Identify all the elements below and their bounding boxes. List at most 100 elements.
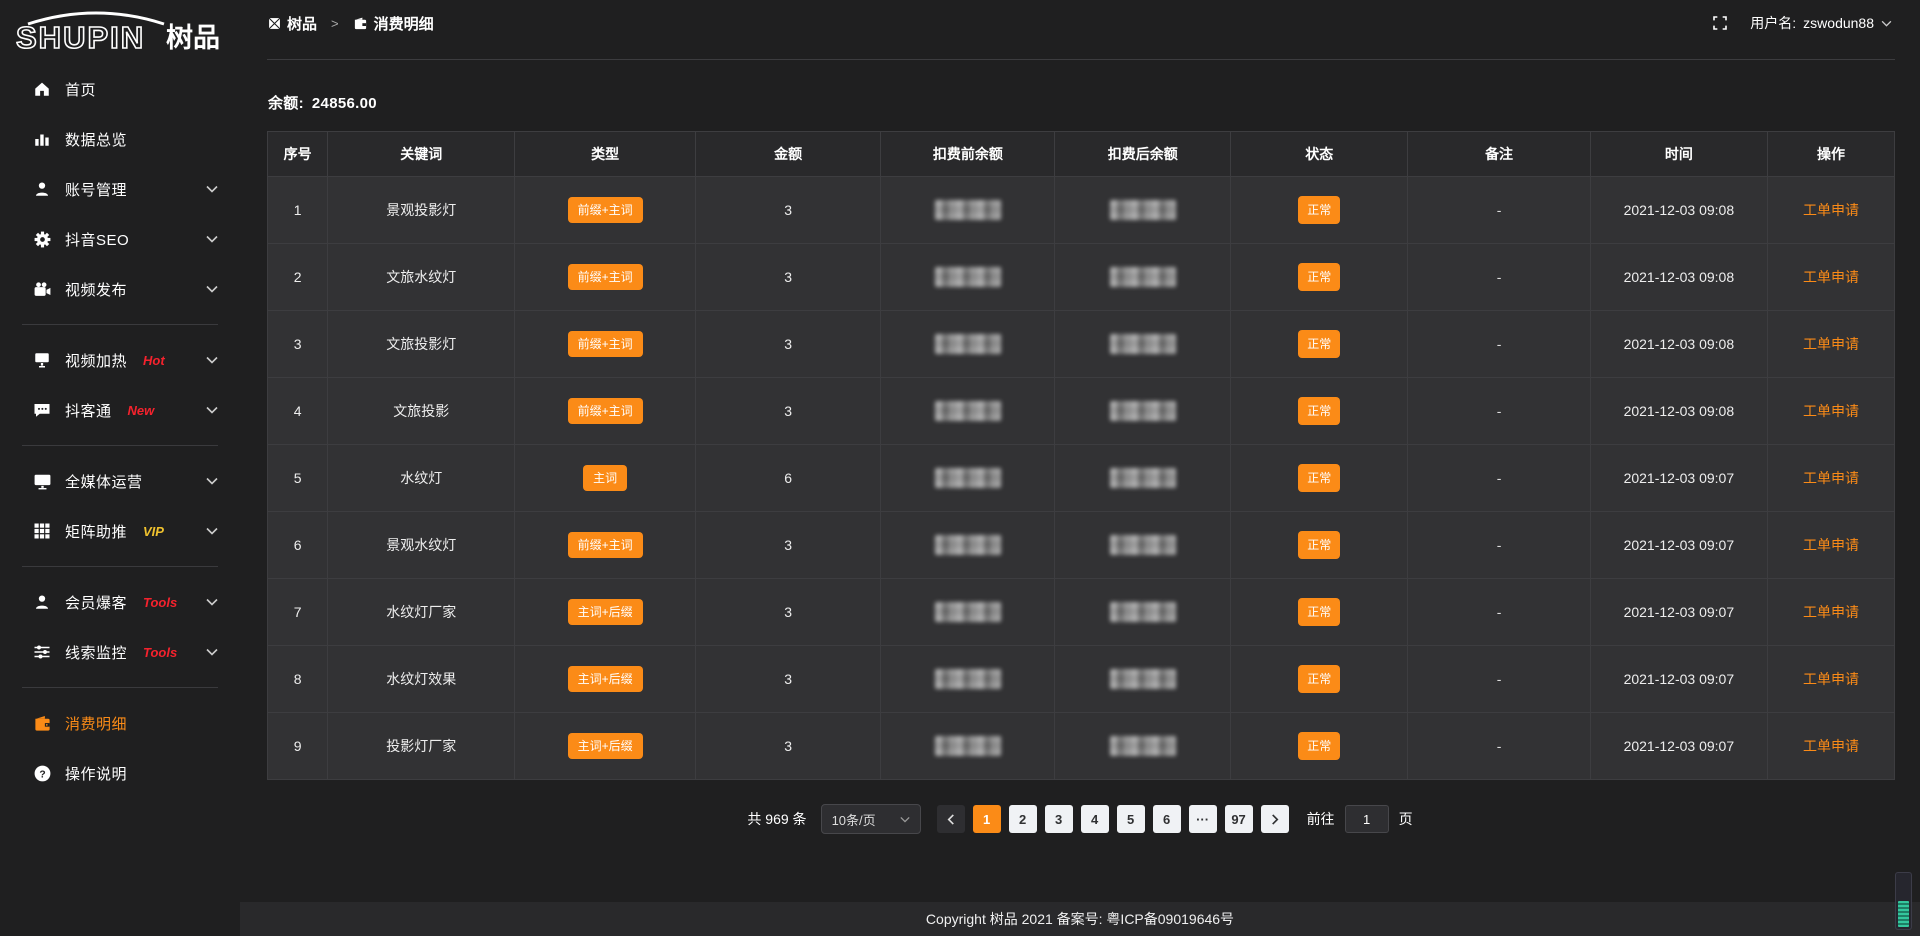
next-page-button[interactable]: [1261, 805, 1289, 833]
menu-divider: [22, 324, 218, 325]
cell-index: 9: [268, 713, 328, 780]
cell-time: 2021-12-03 09:07: [1590, 646, 1767, 713]
sidebar-item-label: 线索监控: [65, 642, 127, 663]
redacted-value: [1110, 401, 1176, 421]
page-button-5[interactable]: 5: [1117, 805, 1145, 833]
page-button-2[interactable]: 2: [1009, 805, 1037, 833]
work-order-link[interactable]: 工单申请: [1803, 604, 1859, 620]
svg-text:?: ?: [39, 769, 45, 780]
copyright-text: Copyright 树品 2021 备案号: 粤ICP备09019646号: [926, 909, 1234, 929]
cell-remark: -: [1408, 646, 1590, 713]
fullscreen-icon[interactable]: [1712, 15, 1728, 31]
float-widget[interactable]: [1895, 872, 1912, 930]
work-order-link[interactable]: 工单申请: [1803, 671, 1859, 687]
video-icon: [32, 279, 52, 299]
balance: 余额:24856.00: [268, 92, 1920, 113]
table-row: 5 水纹灯 主词 6 正常 - 2021-12-03 09:07 工单申请: [268, 445, 1895, 512]
cell-index: 2: [268, 244, 328, 311]
sliders-icon: [32, 642, 52, 662]
cell-balance-after: [1055, 579, 1231, 646]
sidebar-item-consumption-detail[interactable]: 消费明细: [0, 698, 240, 748]
cell-amount: 3: [695, 512, 880, 579]
monitor-icon: [32, 471, 52, 491]
chevron-down-icon: [1881, 20, 1892, 27]
sidebar-item-label: 账号管理: [65, 179, 127, 200]
redacted-value: [1110, 200, 1176, 220]
breadcrumb-item-current[interactable]: 消费明细: [353, 13, 434, 34]
work-order-link[interactable]: 工单申请: [1803, 738, 1859, 754]
breadcrumb-label: 树品: [287, 13, 317, 34]
sidebar-item-all-media[interactable]: 全媒体运营: [0, 456, 240, 506]
sidebar-item-data-overview[interactable]: 数据总览: [0, 114, 240, 164]
col-header-balance-before: 扣费前余额: [881, 132, 1055, 177]
cell-time: 2021-12-03 09:07: [1590, 579, 1767, 646]
work-order-link[interactable]: 工单申请: [1803, 202, 1859, 218]
cell-type: 主词+后缀: [515, 646, 696, 713]
cell-balance-after: [1055, 177, 1231, 244]
cell-action: 工单申请: [1768, 713, 1895, 780]
hot-tag: Hot: [143, 353, 165, 368]
cell-status: 正常: [1231, 177, 1408, 244]
page-button-4[interactable]: 4: [1081, 805, 1109, 833]
col-header-index: 序号: [268, 132, 328, 177]
member-icon: [32, 592, 52, 612]
page-size-select[interactable]: 10条/页: [821, 804, 921, 834]
work-order-link[interactable]: 工单申请: [1803, 269, 1859, 285]
page-button-6[interactable]: 6: [1153, 805, 1181, 833]
sidebar-item-member-baoke[interactable]: 会员爆客 Tools: [0, 577, 240, 627]
work-order-link[interactable]: 工单申请: [1803, 336, 1859, 352]
page-button-3[interactable]: 3: [1045, 805, 1073, 833]
user-menu[interactable]: 用户名: zswodun88: [1750, 13, 1892, 33]
cell-amount: 3: [695, 713, 880, 780]
col-header-type: 类型: [515, 132, 696, 177]
sidebar-item-lead-monitor[interactable]: 线索监控 Tools: [0, 627, 240, 677]
sidebar-item-video-heat[interactable]: 视频加热 Hot: [0, 335, 240, 385]
chevron-down-icon: [206, 406, 218, 414]
redacted-value: [1110, 334, 1176, 354]
app-icon: [268, 17, 281, 30]
sidebar-item-home[interactable]: 首页: [0, 64, 240, 114]
screen-icon: [32, 350, 52, 370]
cell-index: 3: [268, 311, 328, 378]
more-pages-button[interactable]: ···: [1189, 805, 1217, 833]
goto-page-input[interactable]: [1345, 805, 1389, 833]
cell-type: 主词+后缀: [515, 579, 696, 646]
cell-balance-after: [1055, 713, 1231, 780]
cell-keyword: 景观水纹灯: [328, 512, 515, 579]
sidebar-item-matrix-boost[interactable]: 矩阵助推 VIP: [0, 506, 240, 556]
cell-type: 主词: [515, 445, 696, 512]
goto-label: 前往: [1307, 809, 1335, 829]
sidebar-item-video-publish[interactable]: 视频发布: [0, 264, 240, 314]
sidebar-item-douyin-seo[interactable]: 抖音SEO: [0, 214, 240, 264]
sidebar-item-instructions[interactable]: ? 操作说明: [0, 748, 240, 798]
grid-icon: [32, 521, 52, 541]
header-right: 用户名: zswodun88: [1712, 13, 1892, 33]
cell-remark: -: [1408, 244, 1590, 311]
cell-action: 工单申请: [1768, 445, 1895, 512]
col-header-keyword: 关键词: [328, 132, 515, 177]
chevron-down-icon: [206, 527, 218, 535]
cell-time: 2021-12-03 09:07: [1590, 713, 1767, 780]
cell-balance-after: [1055, 445, 1231, 512]
redacted-value: [935, 736, 1001, 756]
breadcrumb-label: 消费明细: [374, 13, 434, 34]
work-order-link[interactable]: 工单申请: [1803, 470, 1859, 486]
prev-page-button[interactable]: [937, 805, 965, 833]
breadcrumb-item-home[interactable]: 树品: [268, 13, 317, 34]
work-order-link[interactable]: 工单申请: [1803, 403, 1859, 419]
type-badge: 前缀+主词: [568, 331, 643, 357]
cell-remark: -: [1408, 177, 1590, 244]
cell-balance-after: [1055, 244, 1231, 311]
cell-balance-before: [881, 512, 1055, 579]
cell-amount: 6: [695, 445, 880, 512]
page-buttons: 1 2 3 4 5 6 ··· 97: [937, 805, 1289, 833]
cell-balance-before: [881, 311, 1055, 378]
work-order-link[interactable]: 工单申请: [1803, 537, 1859, 553]
page-button-97[interactable]: 97: [1225, 805, 1253, 833]
page-button-1[interactable]: 1: [973, 805, 1001, 833]
chevron-down-icon: [206, 185, 218, 193]
sidebar-item-douketong[interactable]: 抖客通 New: [0, 385, 240, 435]
sidebar-item-account-management[interactable]: 账号管理: [0, 164, 240, 214]
page-size-value: 10条/页: [832, 810, 876, 829]
cell-status: 正常: [1231, 512, 1408, 579]
